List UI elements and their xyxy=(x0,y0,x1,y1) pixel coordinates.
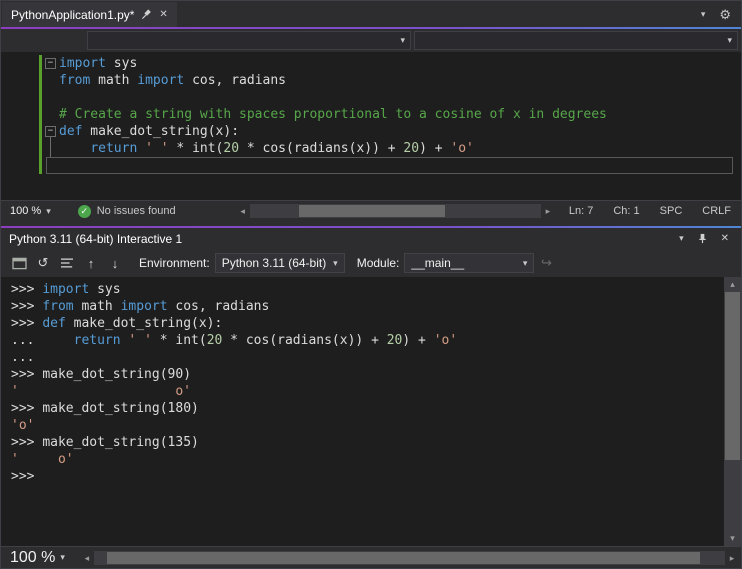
fold-margin xyxy=(45,72,59,89)
document-tab[interactable]: PythonApplication1.py* ✕ xyxy=(2,2,177,27)
code-line-text: def make_dot_string(x): xyxy=(59,124,240,139)
fold-margin xyxy=(45,140,59,157)
code-line-text: >>> xyxy=(11,469,43,484)
history-previous-icon[interactable]: ↑ xyxy=(79,252,103,274)
scrollbar-track[interactable] xyxy=(724,292,741,531)
fold-collapse-icon[interactable]: − xyxy=(45,126,56,137)
issues-text: No issues found xyxy=(96,205,176,217)
interactive-window-controls: ▾ ✕ xyxy=(679,233,733,244)
interactive-window-title: Python 3.11 (64-bit) Interactive 1 xyxy=(9,231,183,246)
vs-window: PythonApplication1.py* ✕ ▾ ⚙ ▾ ▾ − import… xyxy=(0,0,742,569)
code-line-text: # Create a string with spaces proportion… xyxy=(59,107,607,122)
types-dropdown[interactable]: ▾ xyxy=(87,31,411,50)
clear-screen-icon[interactable] xyxy=(55,252,79,274)
environment-dropdown[interactable]: Python 3.11 (64-bit) ▾ xyxy=(214,253,345,273)
navigation-bar-spacer xyxy=(4,31,84,50)
code-editor[interactable]: − import sys from math import cos, radians… xyxy=(1,52,741,200)
check-icon: ✓ xyxy=(80,205,88,216)
fold-margin xyxy=(45,106,59,123)
code-line-text: from math import cos, radians xyxy=(59,73,286,88)
scroll-right-icon[interactable]: ▸ xyxy=(725,551,739,565)
chevron-down-icon: ▾ xyxy=(400,35,405,45)
pin-tab-icon[interactable] xyxy=(141,9,152,20)
chevron-down-icon: ▾ xyxy=(522,257,528,268)
fold-margin xyxy=(45,89,59,106)
document-list-chevron-icon[interactable]: ▾ xyxy=(701,9,706,19)
reset-repl-icon[interactable]: ↺ xyxy=(31,252,55,274)
close-window-icon[interactable]: ✕ xyxy=(721,233,729,244)
navigation-bar: ▾ ▾ xyxy=(1,29,741,52)
spaces-toggle[interactable]: SPC xyxy=(650,205,693,217)
scrollbar-track[interactable] xyxy=(93,550,725,565)
code-line-text: >>> from math import cos, radians xyxy=(11,299,270,314)
tab-bar-controls: ▾ ⚙ xyxy=(701,1,741,27)
module-label: Module: xyxy=(356,256,400,270)
column-indicator: Ch: 1 xyxy=(613,205,640,217)
document-tab-title: PythonApplication1.py* xyxy=(11,7,135,22)
code-lines[interactable]: − import sys from math import cos, radians… xyxy=(1,52,741,200)
fold-margin xyxy=(45,157,59,174)
repl-lines[interactable]: >>> import sys >>> from math import cos, … xyxy=(1,277,724,546)
interactive-output-area[interactable]: >>> import sys >>> from math import cos, … xyxy=(1,277,741,546)
code-line-text: >>> make_dot_string(135) xyxy=(11,435,199,450)
line-indicator: Ln: 7 xyxy=(568,205,594,217)
code-line-text: ... xyxy=(11,350,43,365)
editor-horizontal-scrollbar[interactable]: ◂ ▸ xyxy=(236,204,555,218)
interactive-vertical-scrollbar[interactable]: ▴ ▾ xyxy=(724,277,741,546)
code-line-text: ... return ' ' * int(20 * cos(radians(x)… xyxy=(11,333,458,348)
line-ending-indicator[interactable]: CRLF xyxy=(692,205,741,217)
module-value: __main__ xyxy=(411,256,465,270)
interactive-window-title-bar[interactable]: Python 3.11 (64-bit) Interactive 1 ▾ ✕ xyxy=(1,228,741,249)
scroll-right-icon[interactable]: ▸ xyxy=(541,204,555,218)
code-line-text: ' o' xyxy=(11,452,74,467)
send-to-interactive-icon: ↪ xyxy=(540,255,552,270)
scroll-left-icon[interactable]: ◂ xyxy=(80,551,94,565)
scrollbar-thumb[interactable] xyxy=(725,292,740,460)
scroll-left-icon[interactable]: ◂ xyxy=(236,204,250,218)
zoom-level: 100 % xyxy=(10,548,56,566)
scrollbar-track[interactable] xyxy=(249,204,541,218)
document-health-indicator[interactable]: ✓ No issues found xyxy=(77,204,176,218)
code-line-text: return ' ' * int(20 * cos(radians(x)) + … xyxy=(90,141,474,156)
pin-window-icon[interactable] xyxy=(697,233,708,244)
close-tab-icon[interactable]: ✕ xyxy=(159,9,167,20)
scrollbar-thumb[interactable] xyxy=(106,551,700,564)
scroll-up-icon[interactable]: ▴ xyxy=(724,277,741,292)
members-dropdown[interactable]: ▾ xyxy=(414,31,738,50)
interactive-window-icon[interactable] xyxy=(7,252,31,274)
scrollbar-thumb[interactable] xyxy=(299,205,445,217)
chevron-down-icon: ▾ xyxy=(333,257,338,268)
code-line-text: >>> def make_dot_string(x): xyxy=(11,316,223,331)
interactive-toolbar: ↺ ↑ ↓ Environment: Python 3.11 (64-bit) … xyxy=(1,249,741,277)
environment-value: Python 3.11 (64-bit) xyxy=(221,256,327,270)
fold-collapse-icon[interactable]: − xyxy=(45,58,56,69)
editor-zoom-control[interactable]: 100 % ▾ xyxy=(1,205,60,217)
check-circle-icon: ✓ xyxy=(77,204,91,218)
environment-label: Environment: xyxy=(139,256,210,270)
chevron-down-icon: ▾ xyxy=(46,205,51,216)
history-next-icon[interactable]: ↓ xyxy=(103,252,127,274)
scroll-down-icon[interactable]: ▾ xyxy=(724,531,741,546)
interactive-zoom-control[interactable]: 100 % ▾ xyxy=(1,549,74,567)
interactive-horizontal-scrollbar[interactable]: ◂ ▸ xyxy=(80,550,739,565)
code-line-text: >>> make_dot_string(90) xyxy=(11,367,192,382)
chevron-down-icon: ▾ xyxy=(727,35,732,45)
code-line-text: ' o' xyxy=(11,384,192,399)
code-line-text: >>> import sys xyxy=(11,282,121,297)
interactive-status-bar: 100 % ▾ ◂ ▸ xyxy=(1,546,741,568)
editor-status-bar: 100 % ▾ ✓ No issues found ◂ ▸ Ln: 7 Ch: … xyxy=(1,200,741,221)
document-tab-bar: PythonApplication1.py* ✕ ▾ ⚙ xyxy=(1,1,741,27)
window-position-chevron-icon[interactable]: ▾ xyxy=(679,234,684,243)
module-dropdown[interactable]: __main__ ▾ xyxy=(404,253,535,273)
chevron-down-icon: ▾ xyxy=(60,552,65,562)
zoom-level: 100 % xyxy=(10,205,42,217)
code-line-text: import sys xyxy=(59,56,138,71)
code-line-text: 'o' xyxy=(11,418,35,433)
code-line-text: >>> make_dot_string(180) xyxy=(11,401,199,416)
gear-icon[interactable]: ⚙ xyxy=(719,8,731,21)
